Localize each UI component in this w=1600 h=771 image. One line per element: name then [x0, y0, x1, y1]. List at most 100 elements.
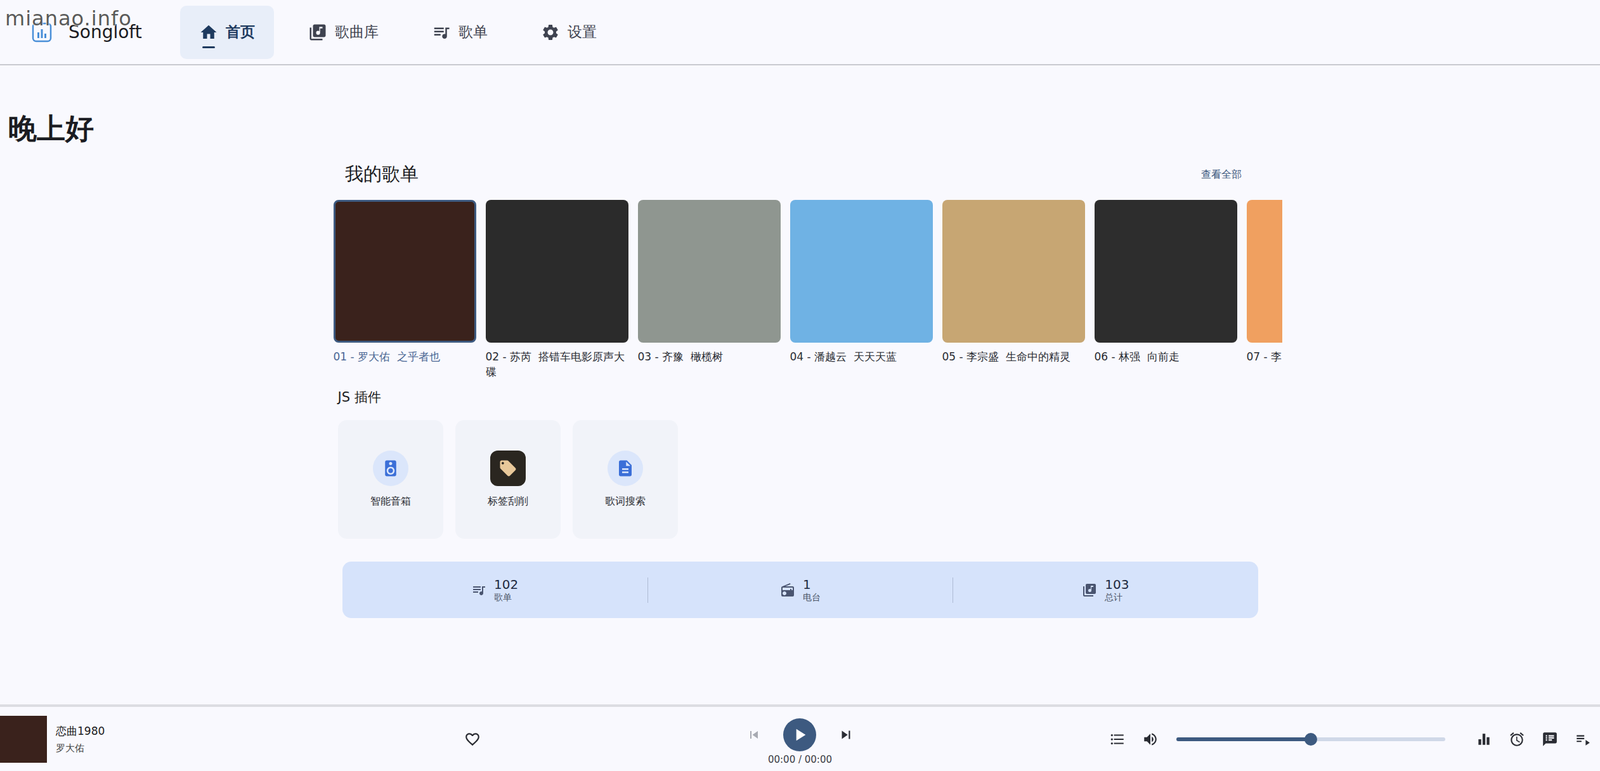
plugin-icon-box — [372, 450, 409, 486]
view-all-button[interactable]: 查看全部 — [1198, 165, 1245, 184]
lyrics-button[interactable] — [1540, 729, 1560, 749]
player-bar: 恋曲1980 罗大佑 00:00 / 00:00 — [0, 703, 1600, 771]
track-info: 恋曲1980 罗大佑 — [55, 723, 463, 755]
volume-icon — [1142, 730, 1159, 748]
tag-icon — [498, 458, 518, 478]
stat-value: 1 — [802, 577, 821, 592]
playlist-icon — [471, 582, 487, 598]
home-icon — [199, 22, 219, 42]
nav-icon-wrap — [308, 22, 328, 42]
playlist-caption: 05 - 李宗盛 生命中的精灵 — [942, 348, 1086, 380]
stat-label: 电台 — [802, 591, 821, 602]
section-title: 我的歌单 — [344, 161, 419, 188]
plugin-icon-box — [490, 450, 526, 486]
playlist-row: 01 - 罗大佑 之乎者也02 - 苏芮 搭错车电影原声大碟03 - 齐豫 橄榄… — [331, 199, 1283, 380]
stat-label: 总计 — [1104, 591, 1129, 602]
slider-knob[interactable] — [1304, 732, 1318, 746]
nav-icon-wrap — [431, 22, 451, 42]
plugin-card[interactable]: 智能音箱 — [338, 419, 444, 539]
playlist-card[interactable]: 06 - 林强 向前走 — [1094, 199, 1238, 380]
stat-label: 歌单 — [494, 591, 519, 602]
queue-button[interactable] — [1107, 729, 1127, 749]
album-cover — [637, 199, 781, 343]
brand-name: Songloft — [68, 21, 143, 43]
section-title: JS 插件 — [338, 388, 1270, 406]
plugin-card[interactable]: 歌词搜索 — [572, 419, 678, 539]
stat-item[interactable]: 102歌单 — [342, 577, 648, 603]
album-cover — [485, 199, 629, 343]
nav-icon-wrap — [199, 22, 219, 42]
nav-label: 首页 — [225, 22, 255, 42]
playlist-card[interactable]: 05 - 李宗盛 生命中的精灵 — [942, 199, 1086, 380]
album-cover — [1094, 199, 1238, 343]
volume-slider[interactable] — [1176, 731, 1446, 747]
playlist-icon — [1574, 730, 1592, 748]
plugin-icon-box — [607, 450, 644, 486]
playlist-card[interactable]: 03 - 齐豫 橄榄树 — [637, 199, 781, 380]
player-options — [855, 729, 1600, 749]
skip-back-icon — [746, 726, 762, 742]
equalizer-button[interactable] — [1474, 729, 1494, 749]
timer-button[interactable] — [1507, 729, 1527, 749]
lyrics-icon — [1541, 730, 1559, 748]
brand[interactable]: Songloft — [31, 21, 143, 43]
player-controls: 00:00 / 00:00 — [745, 712, 856, 765]
nav-tab[interactable]: 歌曲库 — [289, 5, 398, 59]
previous-button[interactable] — [745, 725, 763, 744]
top-bar: Songloft 首页 歌曲库 歌单 设置 — [0, 0, 1600, 66]
playlist-card[interactable]: 04 - 潘越云 天天天蓝 — [790, 199, 933, 380]
album-cover — [942, 199, 1086, 343]
playlist-caption: 03 - 齐豫 橄榄树 — [637, 348, 781, 380]
playlist-caption: 07 - 李 — [1246, 348, 1283, 380]
album-cover — [333, 199, 477, 343]
nav-label: 歌单 — [458, 22, 488, 42]
speaker-icon — [381, 458, 401, 478]
plugin-label: 标签刮削 — [487, 494, 529, 508]
skip-forward-icon — [837, 726, 855, 743]
playlist-caption: 01 - 罗大佑 之乎者也 — [333, 348, 477, 380]
stat-item[interactable]: 103总计 — [952, 577, 1258, 603]
play-icon — [789, 724, 810, 745]
playlist-caption: 06 - 林强 向前走 — [1094, 348, 1238, 380]
like-button[interactable] — [462, 729, 482, 749]
album-cover — [790, 199, 933, 343]
playlists-header: 我的歌单 查看全部 — [331, 161, 1270, 188]
nav-tab[interactable]: 歌单 — [412, 5, 507, 59]
playlist-icon — [431, 22, 451, 42]
playlist-button[interactable] — [1573, 729, 1593, 749]
stats-bar: 102歌单 1电台 103总计 — [342, 561, 1259, 618]
nav-tab[interactable]: 首页 — [180, 5, 274, 59]
playlist-caption: 02 - 苏芮 搭错车电影原声大碟 — [485, 348, 629, 380]
app: mianao.infoSongloft首页歌曲库歌单设置晚上好我的歌单查看全部0… — [0, 0, 1600, 771]
controls — [745, 717, 856, 751]
document-icon — [615, 458, 635, 478]
track-title: 恋曲1980 — [55, 723, 463, 739]
nav-label: 歌曲库 — [334, 22, 379, 42]
content: 我的歌单 查看全部 01 - 罗大佑 之乎者也02 - 苏芮 搭错车电影原声大碟03… — [331, 161, 1270, 618]
stat-value: 103 — [1104, 577, 1129, 592]
library-icon — [308, 22, 328, 42]
track-artist: 罗大佑 — [55, 741, 463, 755]
greeting: 晚上好 — [8, 109, 1592, 148]
playlist-card[interactable]: 01 - 罗大佑 之乎者也 — [333, 199, 477, 380]
track-thumbnail[interactable] — [0, 715, 47, 763]
play-button[interactable] — [783, 717, 817, 751]
album-cover — [1246, 199, 1283, 343]
playlist-card[interactable]: 07 - 李 — [1246, 199, 1283, 380]
playlist-caption: 04 - 潘越云 天天天蓝 — [790, 348, 933, 380]
volume-button[interactable] — [1140, 729, 1160, 749]
next-button[interactable] — [836, 724, 856, 744]
equalizer-icon — [1475, 730, 1493, 748]
slider-fill — [1176, 736, 1311, 741]
plugin-card[interactable]: 标签刮削 — [455, 419, 561, 539]
stat-value: 102 — [494, 577, 519, 592]
stat-texts: 1电台 — [802, 577, 821, 602]
gear-icon — [540, 22, 560, 42]
nav: 首页 歌曲库 歌单 设置 — [180, 5, 616, 59]
library-icon — [1081, 582, 1098, 598]
list-icon — [1109, 730, 1126, 748]
nav-tab[interactable]: 设置 — [521, 5, 616, 59]
playlist-card[interactable]: 02 - 苏芮 搭错车电影原声大碟 — [485, 199, 629, 380]
stat-item[interactable]: 1电台 — [647, 577, 953, 603]
radio-icon — [780, 582, 796, 598]
